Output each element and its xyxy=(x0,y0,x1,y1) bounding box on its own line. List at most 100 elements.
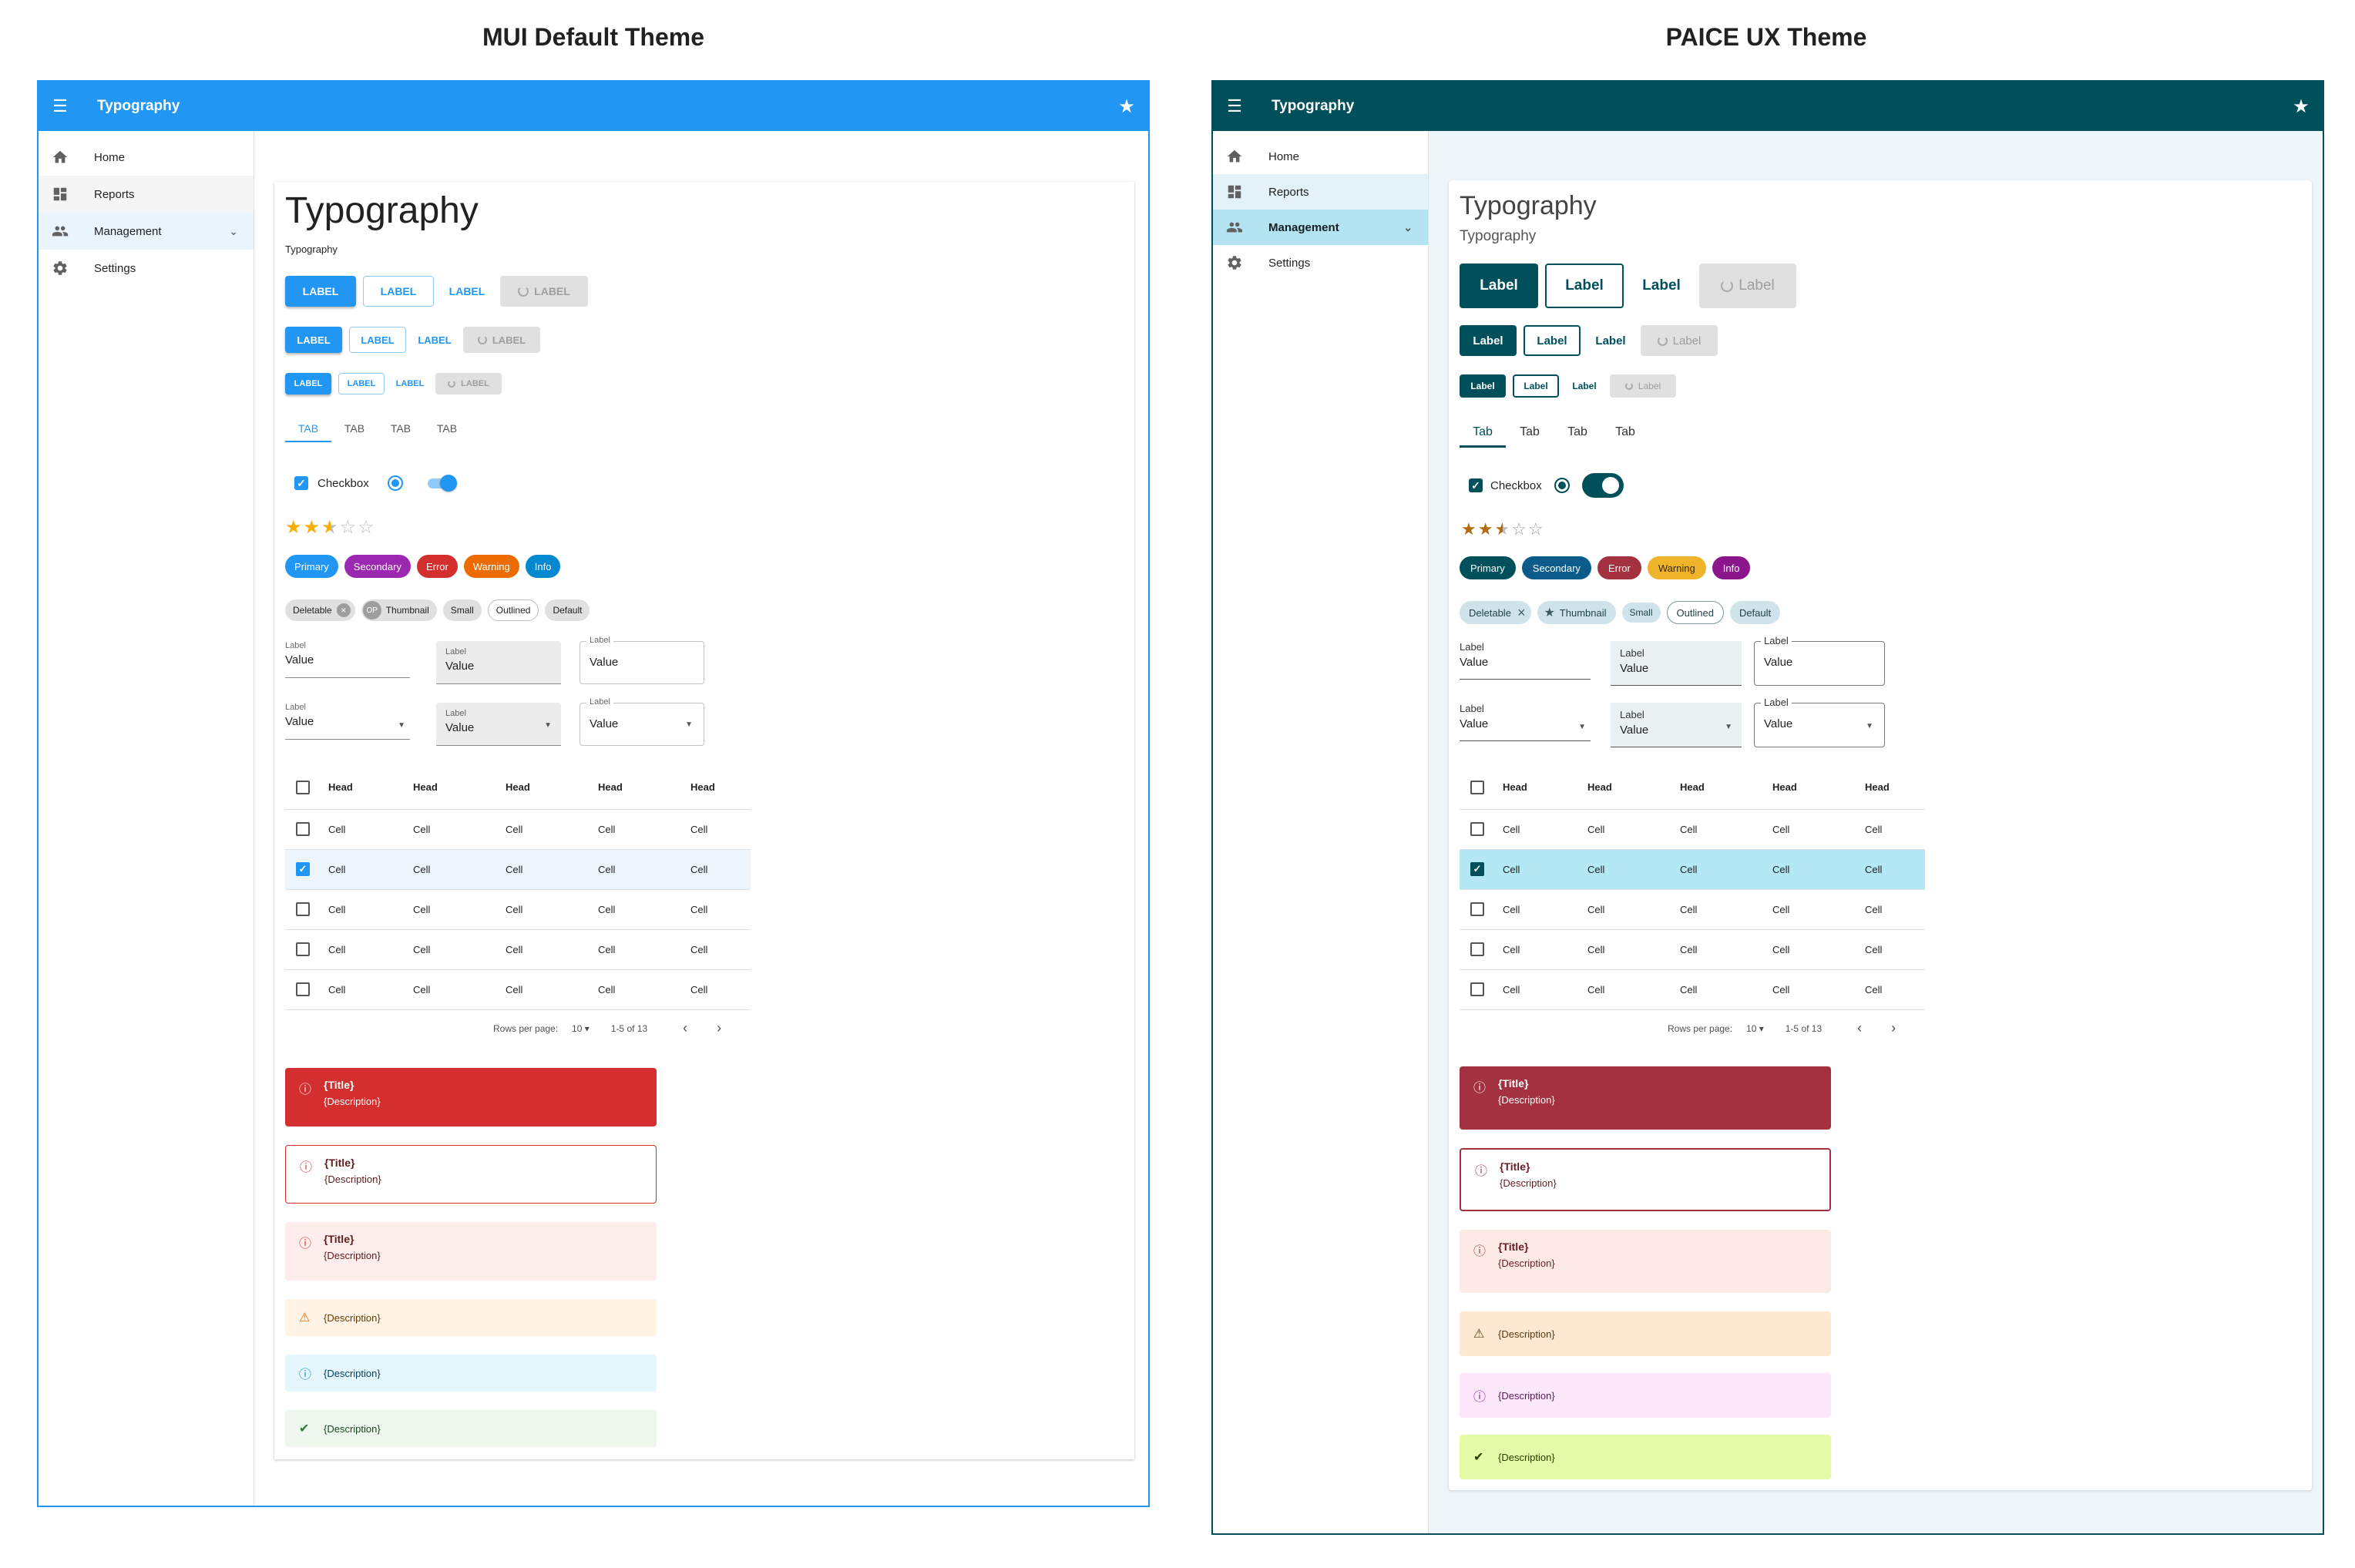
star-rating[interactable]: ★★★☆☆ xyxy=(1461,519,1545,539)
row-checkbox[interactable] xyxy=(296,902,310,916)
row-checkbox[interactable] xyxy=(1470,902,1484,916)
text-button[interactable]: LABEL xyxy=(391,373,428,395)
standard-text-field[interactable]: Label Value xyxy=(285,641,410,678)
select-all-checkbox[interactable] xyxy=(1470,780,1484,794)
text-button[interactable]: Label xyxy=(1566,374,1603,398)
outlined-button[interactable]: Label xyxy=(1524,325,1581,356)
standard-text-field[interactable]: Label Value xyxy=(1460,641,1591,680)
row-checkbox[interactable] xyxy=(296,822,310,836)
outlined-button[interactable]: LABEL xyxy=(338,373,385,395)
filled-select[interactable]: Label Value ▼ xyxy=(436,703,561,746)
outlined-button[interactable]: LABEL xyxy=(363,276,434,307)
chip-default[interactable]: Default xyxy=(1729,601,1781,624)
chevron-down-icon[interactable]: ⌄ xyxy=(229,225,238,238)
standard-select[interactable]: Label Value ▼ xyxy=(285,703,410,740)
tab-3[interactable]: TAB xyxy=(378,416,424,442)
chevron-right-icon[interactable]: › xyxy=(717,1020,721,1036)
row-checkbox[interactable] xyxy=(296,942,310,956)
nav-item-management[interactable]: Management ⌄ xyxy=(39,213,254,250)
row-checkbox[interactable]: ✓ xyxy=(296,862,310,876)
chip-info[interactable]: Info xyxy=(1712,556,1751,579)
chip-primary[interactable]: Primary xyxy=(1460,556,1516,579)
row-checkbox[interactable] xyxy=(1470,942,1484,956)
text-button[interactable]: LABEL xyxy=(413,327,456,353)
text-button[interactable]: Label xyxy=(1587,325,1634,356)
contained-button[interactable]: Label xyxy=(1460,325,1517,356)
chip-secondary[interactable]: Secondary xyxy=(344,555,411,578)
chevron-right-icon[interactable]: › xyxy=(1891,1020,1896,1036)
contained-button[interactable]: LABEL xyxy=(285,373,331,395)
chip-primary[interactable]: Primary xyxy=(285,555,338,578)
tab-4[interactable]: Tab xyxy=(1601,419,1649,448)
close-icon[interactable]: × xyxy=(336,603,351,617)
chip-thumbnail[interactable]: ★ Thumbnail xyxy=(1537,601,1616,624)
table-row-selected[interactable]: ✓ Cell Cell Cell Cell Cell xyxy=(1460,849,1925,890)
close-icon[interactable]: × xyxy=(1517,605,1526,621)
tab-2[interactable]: Tab xyxy=(1506,419,1554,448)
contained-button[interactable]: LABEL xyxy=(285,276,356,307)
rows-per-page-select[interactable]: 10 ▾ xyxy=(572,1023,590,1034)
chip-thumbnail[interactable]: OP Thumbnail xyxy=(361,599,437,621)
table-row[interactable]: Cell Cell Cell Cell Cell xyxy=(1460,889,1925,930)
chip-deletable[interactable]: Deletable × xyxy=(1460,601,1532,624)
chevron-left-icon[interactable]: ‹ xyxy=(1857,1020,1862,1036)
chip-info[interactable]: Info xyxy=(525,555,561,578)
row-checkbox[interactable] xyxy=(1470,822,1484,836)
table-row[interactable]: Cell Cell Cell Cell Cell xyxy=(1460,929,1925,970)
menu-icon[interactable]: ☰ xyxy=(39,96,82,116)
outlined-button[interactable]: LABEL xyxy=(349,327,406,353)
rows-per-page-select[interactable]: 10 ▾ xyxy=(1746,1023,1764,1034)
nav-item-management[interactable]: Management ⌄ xyxy=(1213,210,1428,245)
nav-item-settings[interactable]: Settings xyxy=(39,250,254,287)
table-row-selected[interactable]: ✓ Cell Cell Cell Cell Cell xyxy=(285,849,751,890)
select-all-checkbox[interactable] xyxy=(296,780,310,794)
chip-secondary[interactable]: Secondary xyxy=(1521,556,1591,579)
checkbox[interactable]: ✓ xyxy=(294,476,308,490)
contained-button[interactable]: Label xyxy=(1460,374,1506,398)
outlined-button[interactable]: Label xyxy=(1545,264,1624,308)
radio-button[interactable] xyxy=(387,475,403,491)
table-row[interactable]: Cell Cell Cell Cell Cell xyxy=(285,929,751,970)
text-button[interactable]: Label xyxy=(1631,264,1692,308)
chevron-left-icon[interactable]: ‹ xyxy=(683,1020,687,1036)
tab-1[interactable]: Tab xyxy=(1460,419,1506,448)
chip-error[interactable]: Error xyxy=(416,555,458,578)
chip-small[interactable]: Small xyxy=(442,599,482,621)
tab-3[interactable]: Tab xyxy=(1554,419,1601,448)
chip-small[interactable]: Small xyxy=(1621,603,1661,623)
table-row[interactable]: Cell Cell Cell Cell Cell xyxy=(1460,969,1925,1010)
filled-text-field[interactable]: Label Value xyxy=(1611,641,1742,686)
nav-item-reports[interactable]: Reports xyxy=(1213,174,1428,210)
toggle-switch[interactable] xyxy=(426,475,457,492)
row-checkbox[interactable]: ✓ xyxy=(1470,862,1484,876)
contained-button[interactable]: Label xyxy=(1460,264,1538,308)
star-rating[interactable]: ★★★☆☆ xyxy=(285,516,376,539)
nav-item-reports[interactable]: Reports xyxy=(39,176,254,213)
tab-1[interactable]: TAB xyxy=(285,416,331,442)
filled-select[interactable]: Label Value ▼ xyxy=(1611,703,1742,747)
outlined-select[interactable]: Label Value ▼ xyxy=(580,697,704,746)
row-checkbox[interactable] xyxy=(296,982,310,996)
chip-outlined[interactable]: Outlined xyxy=(487,599,539,621)
toggle-switch[interactable] xyxy=(1581,473,1624,498)
chip-warning[interactable]: Warning xyxy=(463,555,519,578)
radio-button[interactable] xyxy=(1554,478,1570,493)
outlined-button[interactable]: Label xyxy=(1513,374,1559,398)
chip-outlined[interactable]: Outlined xyxy=(1666,601,1724,624)
star-icon[interactable]: ★ xyxy=(1105,96,1148,118)
nav-item-settings[interactable]: Settings xyxy=(1213,245,1428,280)
table-row[interactable]: Cell Cell Cell Cell Cell xyxy=(285,969,751,1010)
outlined-text-field[interactable]: Label Value xyxy=(1754,635,1885,686)
row-checkbox[interactable] xyxy=(1470,982,1484,996)
text-button[interactable]: LABEL xyxy=(441,276,493,307)
chip-default[interactable]: Default xyxy=(545,599,590,621)
tab-4[interactable]: TAB xyxy=(424,416,470,442)
tab-2[interactable]: TAB xyxy=(331,416,378,442)
filled-text-field[interactable]: Label Value xyxy=(436,641,561,684)
contained-button[interactable]: LABEL xyxy=(285,327,342,353)
nav-item-home[interactable]: Home xyxy=(39,139,254,176)
chip-error[interactable]: Error xyxy=(1597,556,1641,579)
table-row[interactable]: Cell Cell Cell Cell Cell xyxy=(285,889,751,930)
table-row[interactable]: Cell Cell Cell Cell Cell xyxy=(285,809,751,850)
chip-deletable[interactable]: Deletable × xyxy=(285,599,355,621)
